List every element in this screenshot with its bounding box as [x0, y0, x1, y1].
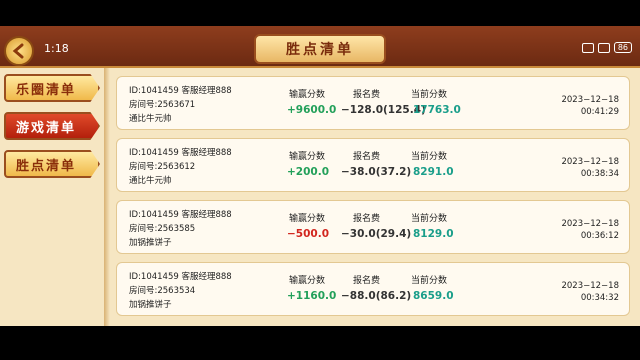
- record-date: 2023−12−18: [561, 157, 619, 167]
- win-loss-label: 输赢分数: [289, 214, 326, 224]
- sidebar: 乐圈清单 游戏清单 胜点清单: [0, 68, 100, 326]
- record-game-name: 通比牛元帅: [129, 176, 172, 186]
- record-id: ID:1041459 客服经理888: [129, 210, 232, 220]
- record-list[interactable]: ID:1041459 客服经理888 房间号:2563671 通比牛元帅 输赢分…: [116, 76, 630, 324]
- divider: [104, 68, 110, 326]
- signal-icon: [581, 42, 594, 53]
- record-time: 00:38:34: [580, 169, 619, 179]
- current-label: 当前分数: [411, 276, 448, 286]
- sidebar-item-points[interactable]: 胜点清单: [4, 150, 100, 178]
- fee-label: 报名费: [353, 276, 381, 286]
- page-title: 胜点清单: [254, 34, 386, 64]
- record-id: ID:1041459 客服经理888: [129, 86, 232, 96]
- app-screen: 1:18 胜点清单 86 乐圈清单 游戏清单 胜点清单 ID:1041459 客…: [0, 26, 640, 326]
- list-item[interactable]: ID:1041459 客服经理888 房间号:2563585 加锅推饼子 输赢分…: [116, 200, 630, 254]
- record-time: 00:36:12: [580, 231, 619, 241]
- record-id: ID:1041459 客服经理888: [129, 272, 232, 282]
- win-loss-label: 输赢分数: [289, 152, 326, 162]
- record-room: 房间号:2563534: [129, 286, 196, 296]
- record-game-name: 通比牛元帅: [129, 114, 172, 124]
- win-loss-value: +200.0: [287, 166, 330, 178]
- record-id: ID:1041459 客服经理888: [129, 148, 232, 158]
- current-value: 8291.0: [413, 166, 454, 178]
- win-loss-value: +9600.0: [287, 104, 337, 116]
- current-value: 8659.0: [413, 290, 454, 302]
- record-date: 2023−12−18: [561, 219, 619, 229]
- sidebar-item-leyuan[interactable]: 乐圈清单: [4, 74, 100, 102]
- win-loss-value: +1160.0: [287, 290, 337, 302]
- record-game-name: 加锅推饼子: [129, 238, 172, 248]
- current-label: 当前分数: [411, 152, 448, 162]
- fee-value: −88.0(86.2): [341, 290, 412, 302]
- fee-label: 报名费: [353, 152, 381, 162]
- current-value: 8129.0: [413, 228, 454, 240]
- list-item[interactable]: ID:1041459 客服经理888 房间号:2563612 通比牛元帅 输赢分…: [116, 138, 630, 192]
- top-bar: 1:18 胜点清单 86: [0, 26, 640, 68]
- status-clock: 1:18: [44, 42, 69, 55]
- battery-icon: 86: [613, 42, 632, 53]
- record-date: 2023−12−18: [561, 95, 619, 105]
- current-label: 当前分数: [411, 214, 448, 224]
- list-item[interactable]: ID:1041459 客服经理888 房间号:2563671 通比牛元帅 输赢分…: [116, 76, 630, 130]
- record-date: 2023−12−18: [561, 281, 619, 291]
- current-label: 当前分数: [411, 90, 448, 100]
- win-loss-value: −500.0: [287, 228, 330, 240]
- record-room: 房间号:2563671: [129, 100, 196, 110]
- record-time: 00:41:29: [580, 107, 619, 117]
- record-room: 房间号:2563612: [129, 162, 196, 172]
- win-loss-label: 输赢分数: [289, 276, 326, 286]
- record-room: 房间号:2563585: [129, 224, 196, 234]
- list-item[interactable]: ID:1041459 客服经理888 房间号:2563534 加锅推饼子 输赢分…: [116, 262, 630, 316]
- fee-value: −38.0(37.2): [341, 166, 412, 178]
- fee-label: 报名费: [353, 214, 381, 224]
- back-arrow-icon: [12, 43, 24, 59]
- fee-value: −30.0(29.4): [341, 228, 412, 240]
- current-value: 17763.0: [413, 104, 461, 116]
- back-button[interactable]: [4, 36, 34, 66]
- win-loss-label: 输赢分数: [289, 90, 326, 100]
- wifi-icon: [597, 42, 610, 53]
- record-time: 00:34:32: [580, 293, 619, 303]
- record-game-name: 加锅推饼子: [129, 300, 172, 310]
- status-icons: 86: [581, 42, 632, 53]
- fee-label: 报名费: [353, 90, 381, 100]
- sidebar-item-games[interactable]: 游戏清单: [4, 112, 100, 140]
